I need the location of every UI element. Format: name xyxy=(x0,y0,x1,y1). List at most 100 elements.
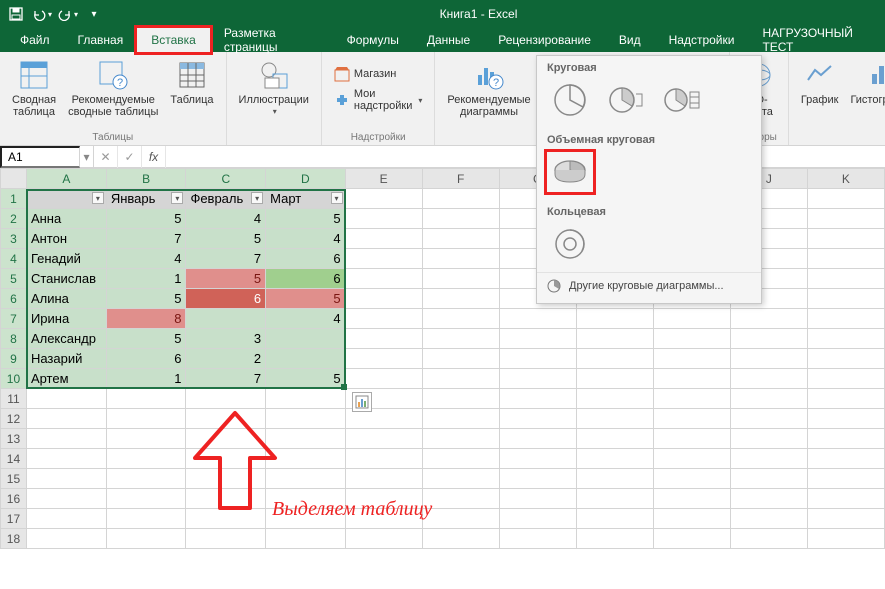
cell[interactable] xyxy=(576,309,653,329)
cell[interactable] xyxy=(730,309,807,329)
cell[interactable] xyxy=(499,449,576,469)
cell[interactable] xyxy=(653,509,730,529)
cell[interactable] xyxy=(730,449,807,469)
row-header[interactable]: 7 xyxy=(1,309,27,329)
cell[interactable]: Ирина xyxy=(26,309,106,329)
cell[interactable] xyxy=(730,349,807,369)
cell[interactable] xyxy=(26,449,106,469)
cell[interactable] xyxy=(576,389,653,409)
cell[interactable] xyxy=(653,369,730,389)
cell[interactable] xyxy=(266,409,345,429)
help-button[interactable] xyxy=(851,3,881,25)
cell[interactable] xyxy=(106,489,186,509)
cell[interactable] xyxy=(345,209,422,229)
cell[interactable] xyxy=(186,469,266,489)
cell[interactable] xyxy=(422,469,499,489)
cell[interactable] xyxy=(730,509,807,529)
cell[interactable] xyxy=(499,349,576,369)
cell[interactable] xyxy=(422,289,499,309)
filter-dropdown-icon[interactable]: ▾ xyxy=(92,192,104,204)
cell[interactable] xyxy=(345,289,422,309)
tab-formulas[interactable]: Формулы xyxy=(333,28,413,52)
cell[interactable] xyxy=(576,409,653,429)
more-pie-charts-button[interactable]: Другие круговые диаграммы... xyxy=(537,272,761,299)
undo-button[interactable]: ▾ xyxy=(30,3,54,25)
tab-file[interactable]: Файл xyxy=(6,28,64,52)
cell[interactable] xyxy=(106,409,186,429)
cell[interactable]: 6 xyxy=(186,289,266,309)
column-header[interactable]: A xyxy=(26,169,106,189)
cell[interactable]: Александр xyxy=(26,329,106,349)
cell[interactable] xyxy=(345,349,422,369)
cell[interactable] xyxy=(422,229,499,249)
cell[interactable]: 5 xyxy=(266,289,345,309)
column-header[interactable]: C xyxy=(186,169,266,189)
cell[interactable] xyxy=(730,489,807,509)
cell[interactable] xyxy=(807,329,884,349)
namebox-dropdown[interactable]: ▾ xyxy=(80,146,94,167)
cell[interactable] xyxy=(807,509,884,529)
cell[interactable]: Анна xyxy=(26,209,106,229)
cell[interactable] xyxy=(106,449,186,469)
cell[interactable] xyxy=(499,489,576,509)
cell[interactable] xyxy=(576,429,653,449)
select-all-cell[interactable] xyxy=(1,169,27,189)
cell[interactable] xyxy=(576,329,653,349)
pivot-table-button[interactable]: Сводная таблица xyxy=(8,56,60,120)
cell[interactable] xyxy=(499,469,576,489)
cell[interactable]: 5 xyxy=(106,329,186,349)
doughnut-option[interactable] xyxy=(547,224,593,264)
quick-analysis-icon[interactable] xyxy=(352,392,372,412)
cell[interactable] xyxy=(186,489,266,509)
row-header[interactable]: 9 xyxy=(1,349,27,369)
row-header[interactable]: 14 xyxy=(1,449,27,469)
row-header[interactable]: 3 xyxy=(1,229,27,249)
cell[interactable] xyxy=(345,229,422,249)
cell[interactable] xyxy=(653,409,730,429)
filter-dropdown-icon[interactable]: ▾ xyxy=(331,192,343,204)
cell[interactable] xyxy=(266,329,345,349)
row-header[interactable]: 1 xyxy=(1,189,27,209)
cell[interactable]: 4 xyxy=(266,309,345,329)
cell[interactable] xyxy=(186,529,266,549)
cell[interactable] xyxy=(345,429,422,449)
cell[interactable] xyxy=(807,269,884,289)
row-header[interactable]: 16 xyxy=(1,489,27,509)
pie-of-pie-option[interactable] xyxy=(659,80,705,120)
cell[interactable] xyxy=(26,409,106,429)
tab-insert[interactable]: Вставка xyxy=(137,28,210,52)
cell[interactable]: Артем xyxy=(26,369,106,389)
cell[interactable]: 6 xyxy=(266,249,345,269)
cell[interactable]: 5 xyxy=(106,289,186,309)
column-header[interactable]: E xyxy=(345,169,422,189)
cell[interactable]: 2 xyxy=(186,349,266,369)
cell[interactable] xyxy=(106,469,186,489)
recommended-pivot-button[interactable]: ? Рекомендуемые сводные таблицы xyxy=(64,56,162,120)
cell[interactable] xyxy=(266,509,345,529)
tab-home[interactable]: Главная xyxy=(64,28,138,52)
row-header[interactable]: 6 xyxy=(1,289,27,309)
cell[interactable] xyxy=(422,249,499,269)
cell[interactable] xyxy=(422,309,499,329)
cell[interactable]: 4 xyxy=(106,249,186,269)
cell[interactable] xyxy=(106,529,186,549)
cell[interactable] xyxy=(422,489,499,509)
sparkline-column-button[interactable]: Гистограмма xyxy=(846,56,885,108)
filter-dropdown-icon[interactable]: ▾ xyxy=(171,192,183,204)
cell[interactable]: Март▾ xyxy=(266,189,345,209)
cell[interactable] xyxy=(106,429,186,449)
row-header[interactable]: 18 xyxy=(1,529,27,549)
cell[interactable] xyxy=(576,509,653,529)
cell[interactable] xyxy=(807,389,884,409)
row-header[interactable]: 15 xyxy=(1,469,27,489)
cell[interactable] xyxy=(422,189,499,209)
cell[interactable] xyxy=(106,509,186,529)
row-header[interactable]: 4 xyxy=(1,249,27,269)
cell[interactable] xyxy=(730,389,807,409)
name-box[interactable] xyxy=(0,146,80,168)
cell[interactable] xyxy=(422,509,499,529)
enter-formula-button[interactable]: ✓ xyxy=(118,146,142,168)
cell[interactable] xyxy=(26,509,106,529)
formula-input[interactable] xyxy=(166,155,885,159)
cell[interactable] xyxy=(499,329,576,349)
